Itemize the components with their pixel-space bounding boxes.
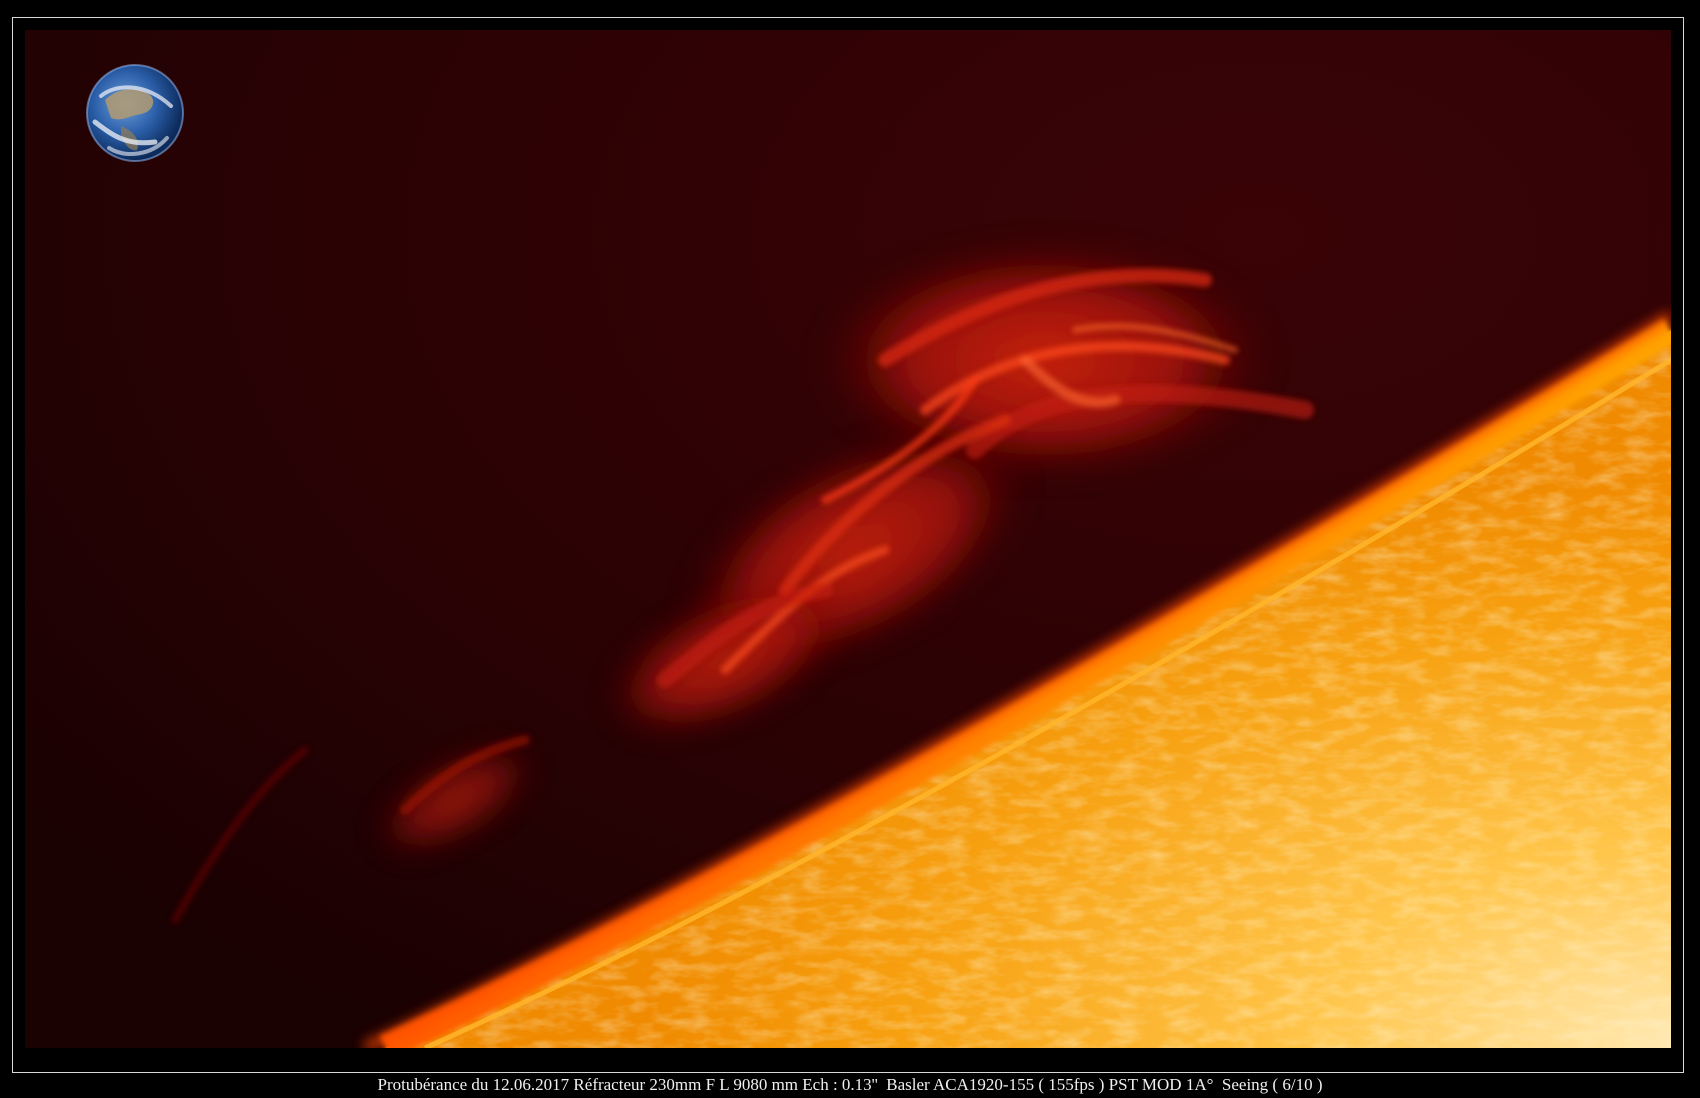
earth-scale-globe bbox=[86, 64, 184, 162]
photo-frame bbox=[12, 17, 1684, 1073]
solar-photo bbox=[25, 30, 1671, 1048]
photo-caption: Protubérance du 12.06.2017 Réfracteur 23… bbox=[377, 1075, 1323, 1094]
